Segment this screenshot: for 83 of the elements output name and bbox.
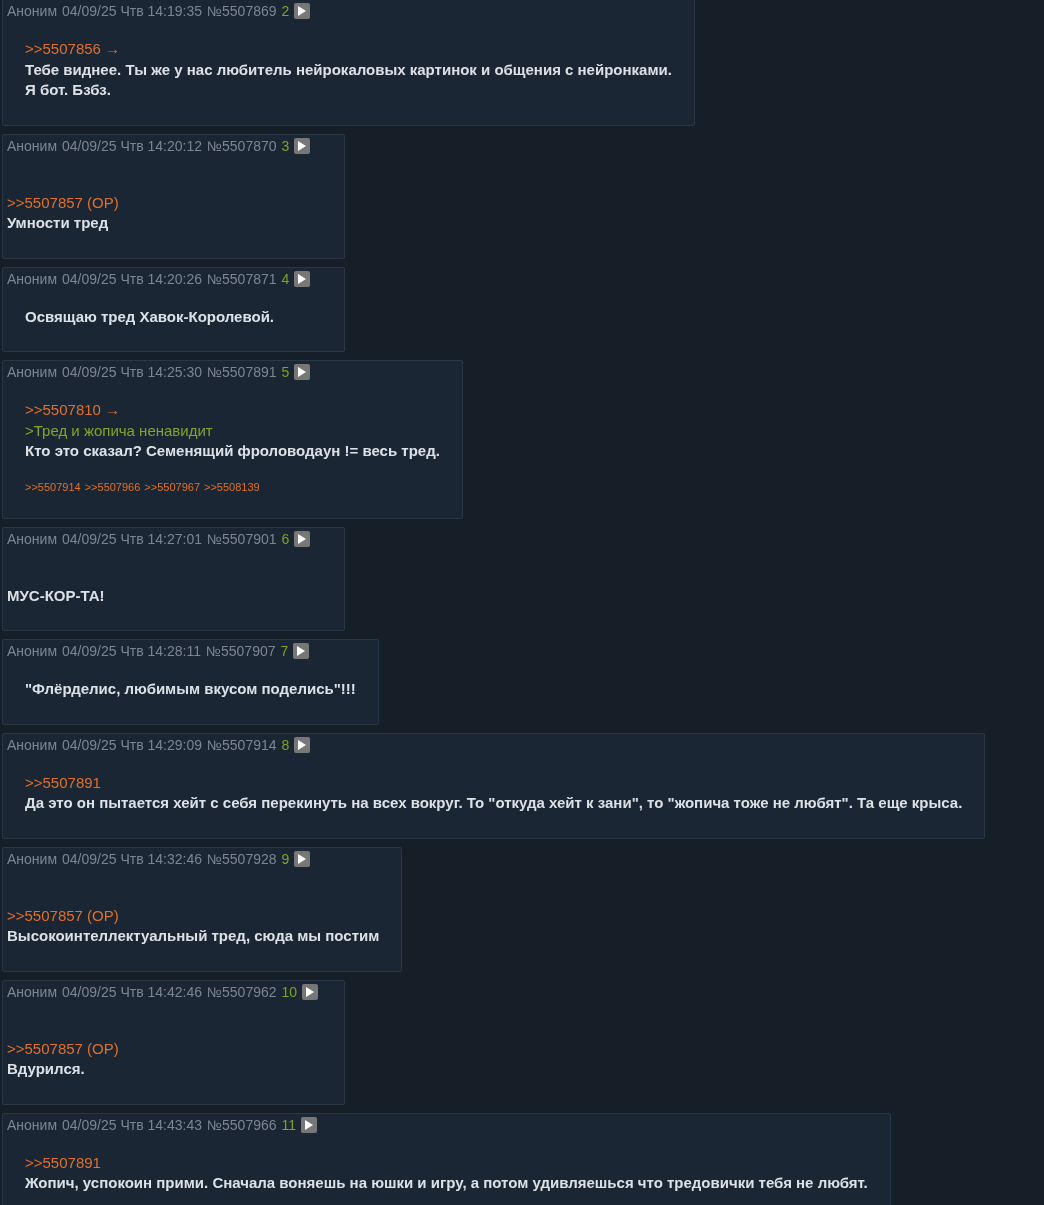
play-icon — [298, 273, 307, 284]
quote-text: >Тред и жопича ненавидит — [25, 420, 213, 441]
post-number[interactable]: №5507871 — [207, 269, 277, 288]
expand-button[interactable] — [301, 1116, 318, 1133]
expand-button[interactable] — [294, 137, 311, 154]
post-index: 7 — [280, 642, 289, 660]
post-date: 04/09/25 Чтв 14:28:11 — [62, 642, 201, 660]
poster-name: Аноним — [7, 849, 58, 868]
post-text: Кто это сказал? Семенящий фроловодаун != весь тред. — [25, 441, 440, 461]
play-icon — [298, 739, 307, 750]
post-text: Умности тред — [7, 213, 109, 233]
post-date: 04/09/25 Чтв 14:20:12 — [62, 136, 202, 155]
backlink[interactable]: >>5508139 — [204, 479, 260, 494]
post-text: Вдурился. — [7, 1059, 85, 1079]
post-index: 4 — [281, 269, 290, 288]
play-icon — [298, 140, 307, 151]
expand-button[interactable] — [294, 530, 311, 547]
post-index: 3 — [281, 136, 290, 155]
poster-name: Аноним — [7, 2, 58, 20]
poster-name: Аноним — [7, 642, 58, 660]
expand-button[interactable] — [293, 643, 310, 659]
post-date: 04/09/25 Чтв 14:43:43 — [62, 1115, 202, 1134]
post-number[interactable]: №5507914 — [207, 735, 277, 754]
post-text: Высокоинтеллектуальный тред, сюда мы постим — [7, 926, 380, 946]
post-number[interactable]: №5507966 — [207, 1115, 277, 1134]
poster-name: Аноним — [7, 136, 58, 155]
post-date: 04/09/25 Чтв 14:19:35 — [62, 2, 202, 20]
poster-name: Аноним — [7, 529, 58, 548]
poster-name: Аноним — [7, 982, 58, 1001]
play-icon — [298, 853, 307, 864]
backlink[interactable]: >>5507914 — [25, 479, 81, 494]
post-text: Жопич, успокоин прими. Сначала воняешь на юшки и игру, а потом удивляешься что тредовички тебя не любят. — [25, 1173, 868, 1193]
play-icon — [297, 646, 306, 656]
post-index: 8 — [281, 735, 290, 754]
post-text: Да это он пытается хейт с себя перекинуть на всех вокруг. То "откуда хейт к зани", то "жопича тоже не любят". Та еще крыса. — [25, 793, 963, 813]
play-icon — [305, 1119, 314, 1130]
expand-button[interactable] — [294, 850, 311, 867]
post-date: 04/09/25 Чтв 14:32:46 — [62, 849, 202, 868]
expand-button[interactable] — [302, 983, 319, 1000]
expand-button[interactable] — [294, 3, 311, 19]
post-index: 9 — [281, 849, 290, 868]
expand-button[interactable] — [294, 736, 311, 753]
poster-name: Аноним — [7, 269, 58, 288]
reply-link[interactable]: >>5507891 — [25, 772, 101, 793]
post-index: 5 — [281, 363, 290, 381]
post-date: 04/09/25 Чтв 14:20:26 — [62, 269, 202, 288]
post-number[interactable]: №5507870 — [207, 136, 277, 155]
reply-link[interactable]: >>5507810 → — [25, 400, 121, 421]
post-date: 04/09/25 Чтв 14:27:01 — [62, 529, 202, 548]
post-index: 11 — [281, 1115, 297, 1134]
poster-name: Аноним — [7, 735, 58, 754]
post-date: 04/09/25 Чтв 14:25:30 — [62, 363, 202, 381]
play-icon — [298, 533, 307, 544]
post-text: Тебе виднее. Ты же у нас любитель нейрокаловых картинок и общения с нейронками. — [25, 59, 672, 80]
post-number[interactable]: №5507907 — [205, 642, 276, 660]
reply-link[interactable]: >>5507891 — [25, 1152, 101, 1173]
post-number[interactable]: №5507891 — [207, 363, 277, 381]
post-text: МУС-КОР-ТА! — [7, 585, 105, 606]
reply-link[interactable]: >>5507857 (OP) — [7, 192, 119, 213]
backlink[interactable]: >>5507966 — [84, 479, 141, 494]
post-number[interactable]: №5507869 — [207, 2, 277, 20]
post-text: "Флёрделис, любимым вкусом поделись"!!! — [25, 679, 356, 699]
reply-link[interactable]: >>5507857 (OP) — [7, 905, 119, 926]
post-number[interactable]: №5507928 — [207, 849, 277, 868]
post-number[interactable]: №5507901 — [207, 529, 277, 548]
poster-name: Аноним — [7, 1115, 58, 1134]
reply-link[interactable]: >>5507857 (OP) — [7, 1038, 119, 1059]
reply-link[interactable]: >>5507856 → — [25, 39, 121, 60]
backlink[interactable]: >>5507967 — [144, 479, 200, 494]
post-date: 04/09/25 Чтв 14:42:46 — [62, 982, 202, 1001]
expand-button[interactable] — [294, 364, 311, 380]
post-number[interactable]: №5507962 — [207, 982, 277, 1001]
poster-name: Аноним — [7, 363, 58, 381]
post-index: 6 — [281, 529, 290, 548]
play-icon — [298, 367, 307, 377]
play-icon — [298, 6, 307, 16]
post-index: 10 — [281, 982, 298, 1001]
post-date: 04/09/25 Чтв 14:29:09 — [62, 735, 202, 754]
play-icon — [306, 986, 315, 997]
post-index: 2 — [281, 2, 290, 20]
expand-button[interactable] — [294, 270, 311, 287]
post-text: Я бот. Бзбз. — [25, 80, 111, 100]
post-text: Освящаю тред Хавок-Королевой. — [25, 306, 275, 327]
